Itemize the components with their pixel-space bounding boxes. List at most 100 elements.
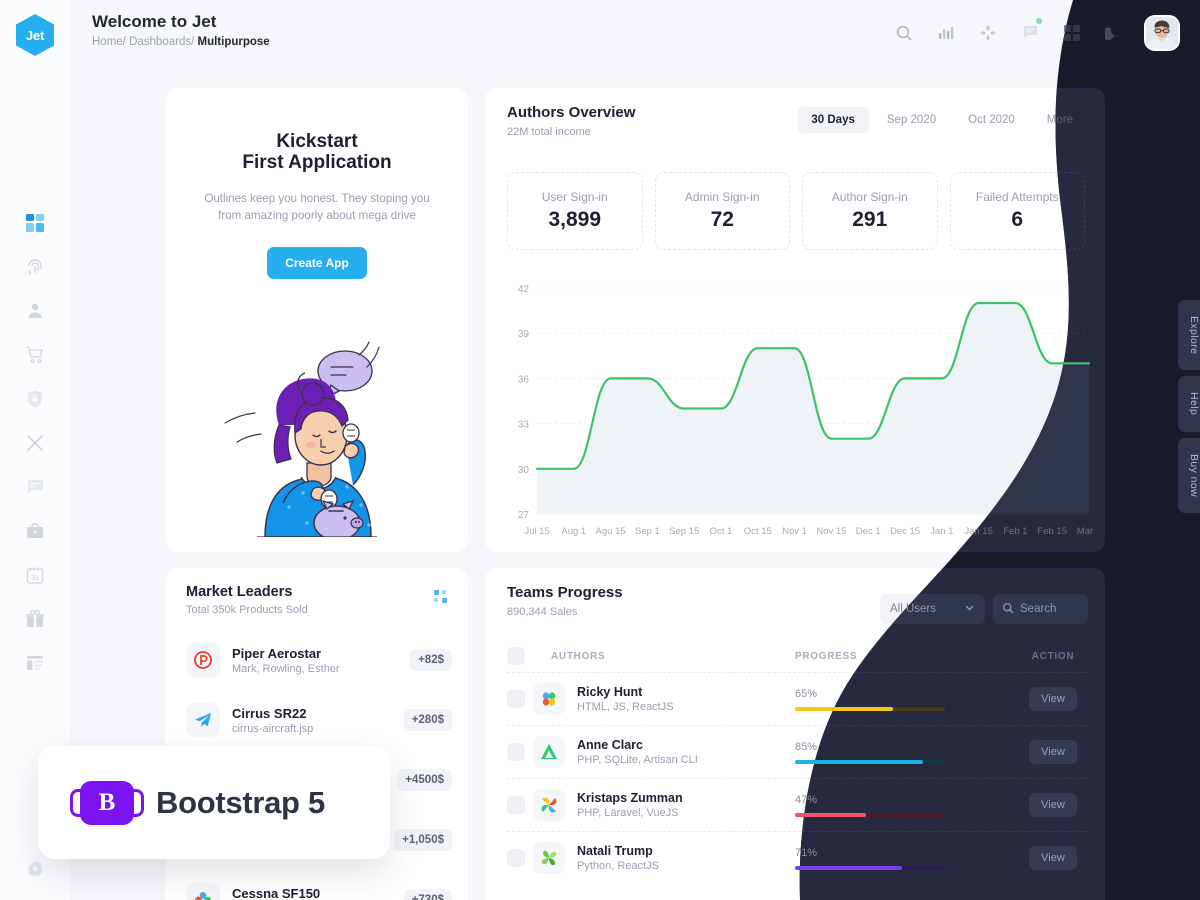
list-item-desc: Mark, Rowling, Esther (232, 662, 340, 675)
row-role: PHP, SQLite, Artisan CLI (577, 754, 698, 766)
search-icon[interactable] (894, 23, 914, 43)
row-text: Kristaps Zumman PHP, Laravel, VueJS (577, 791, 795, 819)
telegram-icon (186, 703, 220, 737)
view-button[interactable]: View (1029, 793, 1077, 817)
svg-text:Jan 15: Jan 15 (964, 526, 993, 537)
flower-blue-icon (533, 683, 565, 715)
row-checkbox[interactable] (507, 690, 525, 708)
progress-bar-track (795, 865, 945, 870)
progress-bar-track (795, 706, 945, 711)
stat-label: User Sign-in (541, 190, 608, 204)
stat-label: Author Sign-in (831, 190, 908, 204)
teams-table-header: AUTHORS PROGRESS ACTION (507, 642, 1087, 670)
sidebar-item-user[interactable] (23, 299, 47, 323)
svg-text:Dec 1: Dec 1 (856, 526, 881, 537)
stat-value: 6 (1011, 208, 1024, 231)
teams-table-body: Ricky Hunt HTML, JS, ReactJS 65% View An… (507, 672, 1087, 884)
bootstrap-badge[interactable]: B Bootstrap 5 (38, 746, 390, 859)
sidebar-item-tools[interactable] (23, 431, 47, 455)
header-actions (894, 0, 1190, 66)
tab-oct-2020[interactable]: Oct 2020 (954, 107, 1029, 133)
sidebar-item-gift[interactable] (23, 607, 47, 631)
breadcrumb-home[interactable]: Home/ (92, 36, 126, 48)
column-authors: AUTHORS (551, 650, 606, 662)
row-role: HTML, JS, ReactJS (577, 701, 674, 713)
row-role: Python, ReactJS (577, 860, 659, 872)
teams-subtitle: 890,344 Sales (507, 606, 578, 618)
sidebar-item-chat[interactable] (23, 475, 47, 499)
moon-icon[interactable] (1104, 23, 1124, 43)
list-item-amount: +730$ (403, 889, 452, 900)
app-logo[interactable]: Jet (16, 14, 54, 56)
grid-icon[interactable] (1062, 23, 1082, 43)
sidebar-nav: 31 (23, 211, 47, 675)
row-progress: 71% (795, 847, 1019, 870)
sidebar-item-cart[interactable] (23, 343, 47, 367)
column-progress: PROGRESS (795, 650, 858, 662)
kickstart-card: Kickstart First Application Outlines kee… (166, 88, 468, 552)
create-app-button[interactable]: Create App (267, 246, 367, 279)
list-item-amount: +4500$ (397, 769, 452, 791)
svg-text:Sep 15: Sep 15 (669, 526, 699, 537)
column-action: ACTION (1031, 650, 1075, 662)
view-button[interactable]: View (1029, 740, 1077, 764)
progress-bar-fill (795, 706, 893, 711)
sidebar-item-calendar[interactable]: 31 (23, 563, 47, 587)
svg-text:Jan 1: Jan 1 (930, 526, 953, 537)
chat-icon[interactable] (1020, 18, 1042, 43)
header: Welcome to Jet Home/ Dashboards/ Multipu… (70, 0, 1200, 66)
row-checkbox[interactable] (507, 743, 525, 761)
table-row[interactable]: Kristaps Zumman PHP, Laravel, VueJS 47% … (507, 778, 1087, 831)
list-item-text: Cessna SF150 cessna-aircraft-class.jsp (232, 886, 404, 900)
row-checkbox[interactable] (507, 849, 525, 867)
stat-author-signin: Author Sign-in 291 (802, 172, 938, 250)
row-percent: 71% (795, 846, 818, 859)
bar-chart-icon[interactable] (936, 23, 956, 43)
chevron-down-icon (964, 602, 975, 616)
row-action: View (1019, 687, 1087, 711)
sidebar-item-settings[interactable] (25, 859, 45, 884)
avatar[interactable] (1146, 17, 1178, 49)
progress-bar-fill (795, 759, 923, 764)
view-button[interactable]: View (1029, 846, 1077, 870)
sidebar-item-fingerprint[interactable] (23, 255, 47, 279)
list-item-text: Cirrus SR22 cirrus-aircraft.jsp (232, 706, 404, 735)
svg-text:Nov 1: Nov 1 (782, 526, 807, 537)
tab-30-days[interactable]: 30 Days (797, 107, 869, 133)
notification-dot (1036, 18, 1042, 24)
drive-green-icon (533, 736, 565, 768)
kickstart-title: Kickstart First Application (166, 88, 468, 174)
sidebar-item-briefcase[interactable] (23, 519, 47, 543)
kickstart-subtitle: Outlines keep you honest. They stoping y… (204, 191, 430, 223)
svg-text:31: 31 (31, 575, 39, 582)
bootstrap-logo-icon: B (70, 780, 144, 825)
search-input[interactable]: Search (993, 594, 1088, 624)
sidebar-item-dashboard[interactable] (23, 211, 47, 235)
view-button[interactable]: View (1029, 687, 1077, 711)
stat-label: Failed Attempts (975, 190, 1059, 204)
table-row[interactable]: Natali Trump Python, ReactJS 71% View (507, 831, 1087, 884)
select-all-checkbox[interactable] (507, 647, 525, 665)
breadcrumb-dashboards[interactable]: Dashboards/ (129, 36, 194, 48)
dots-grid-icon[interactable] (434, 590, 448, 604)
progress-bar-fill (795, 865, 902, 870)
page-title: Welcome to Jet (92, 12, 217, 31)
sidebar-item-layout[interactable] (23, 651, 47, 675)
list-item[interactable]: Cirrus SR22 cirrus-aircraft.jsp +280$ (186, 690, 452, 750)
row-checkbox[interactable] (507, 796, 525, 814)
tab-sep-2020[interactable]: Sep 2020 (873, 107, 950, 133)
table-row[interactable]: Anne Clarc PHP, SQLite, Artisan CLI 85% … (507, 725, 1087, 778)
sidebar-item-security[interactable] (23, 387, 47, 411)
scatter-icon[interactable] (978, 23, 998, 43)
list-item[interactable]: Piper Aerostar Mark, Rowling, Esther +82… (186, 630, 452, 690)
market-subtitle: Total 350k Products Sold (186, 604, 308, 616)
pinwheel-icon (533, 789, 565, 821)
row-text: Ricky Hunt HTML, JS, ReactJS (577, 685, 795, 713)
svg-text:Nov 15: Nov 15 (816, 526, 846, 537)
search-placeholder: Search (1020, 603, 1057, 615)
stat-label: Admin Sign-in (684, 190, 760, 204)
table-row[interactable]: Ricky Hunt HTML, JS, ReactJS 65% View (507, 672, 1087, 725)
user-filter-select[interactable]: All Users (880, 594, 985, 624)
tab-more[interactable]: More (1033, 107, 1087, 133)
list-item[interactable]: Cessna SF150 cessna-aircraft-class.jsp +… (186, 870, 452, 900)
